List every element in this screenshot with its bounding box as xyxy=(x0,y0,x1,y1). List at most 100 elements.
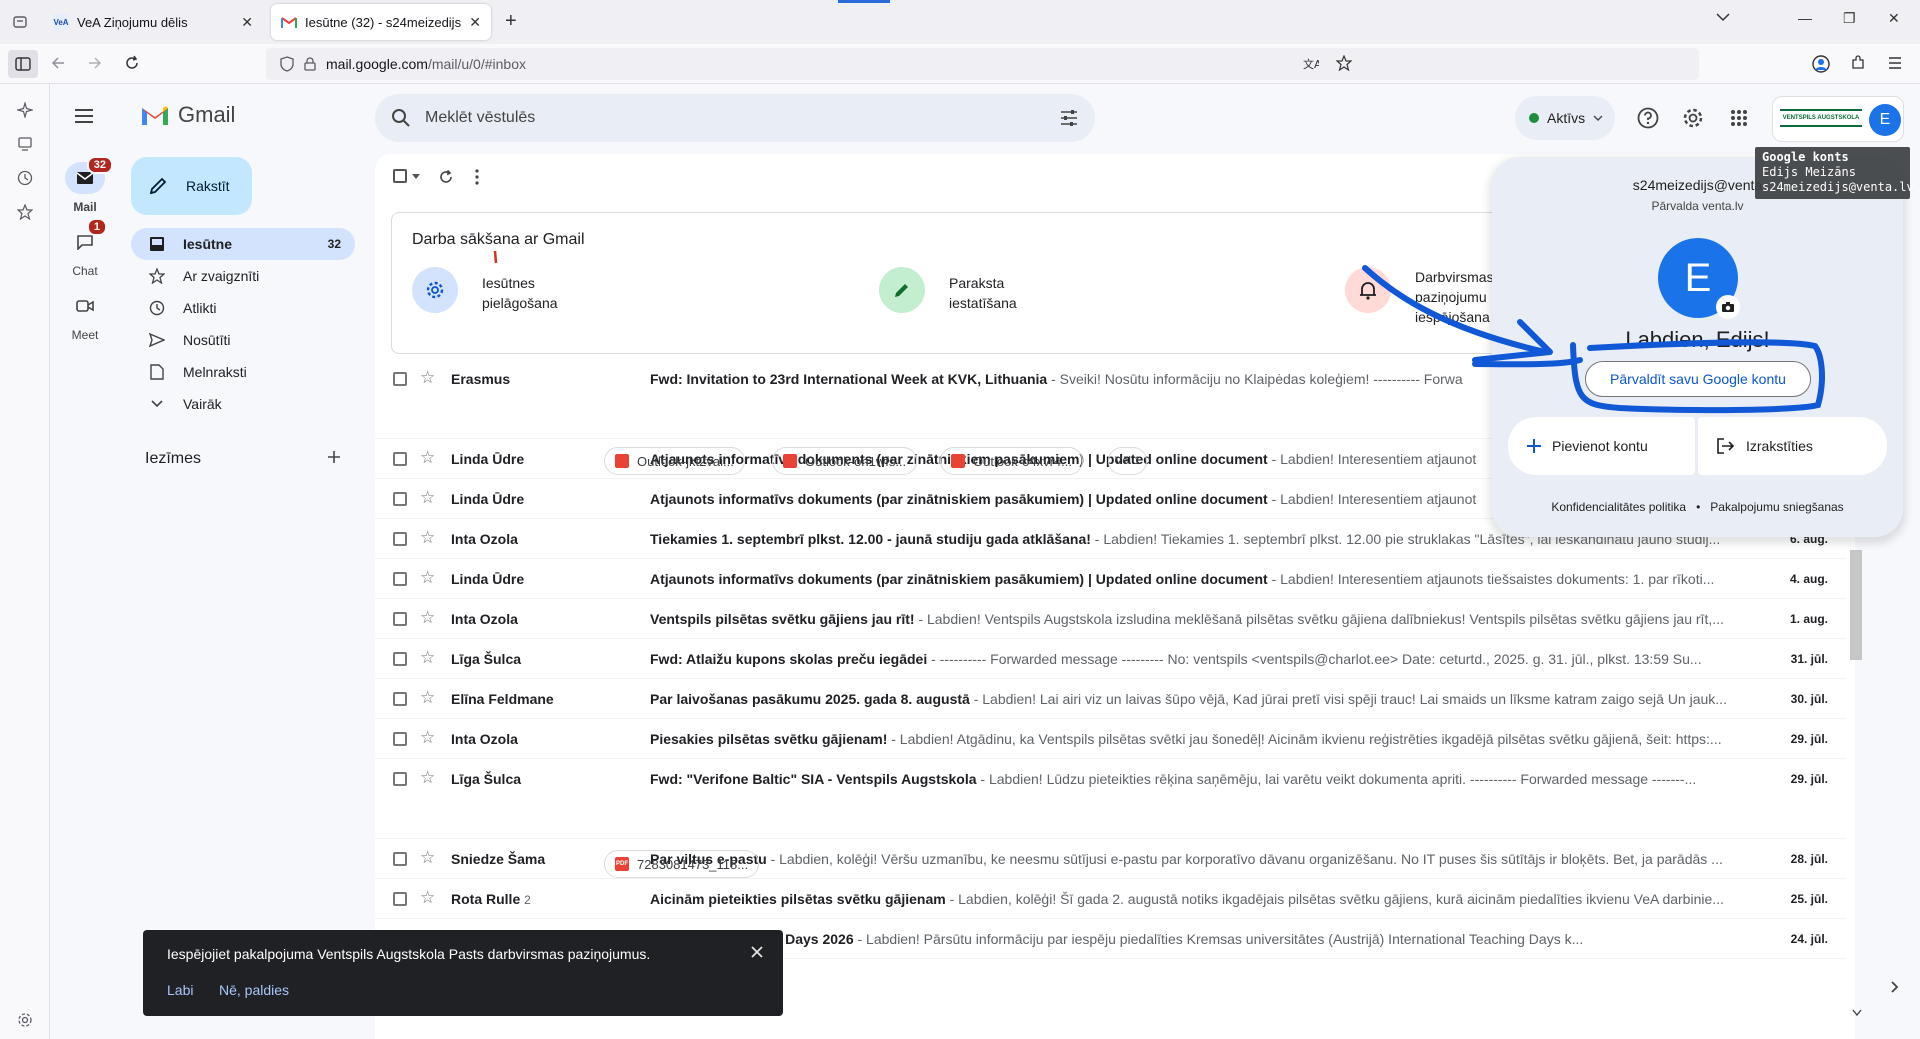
row-checkbox[interactable] xyxy=(393,852,407,866)
ai-sparkle-icon[interactable] xyxy=(13,98,37,122)
close-tab-icon[interactable]: ✕ xyxy=(469,14,481,31)
nav-snoozed[interactable]: Atlikti xyxy=(131,292,355,324)
compose-button[interactable]: Rakstīt xyxy=(131,157,252,215)
attachment-chip[interactable]: Outlook-o4xvr4... xyxy=(940,447,1083,475)
privacy-link[interactable]: Konfidencialitātes politika xyxy=(1551,500,1686,514)
scrollbar-thumb[interactable] xyxy=(1850,550,1862,660)
signature-setup-link[interactable]: Paraksta iestatīšana xyxy=(949,273,1017,313)
forward-icon[interactable] xyxy=(87,55,103,71)
search-options-icon[interactable] xyxy=(1059,108,1079,128)
extensions-icon[interactable] xyxy=(1850,55,1866,71)
row-checkbox[interactable] xyxy=(393,892,407,906)
terms-link[interactable]: Pakalpojumu sniegšanas xyxy=(1710,500,1843,514)
star-icon[interactable]: ☆ xyxy=(420,568,435,588)
avatar[interactable]: E xyxy=(1869,104,1901,136)
rail-mail[interactable]: 32 Mail xyxy=(62,156,113,214)
close-icon[interactable] xyxy=(751,946,763,958)
customize-inbox-link[interactable]: Iesūtnes pielāgošana xyxy=(482,273,558,313)
url-bar[interactable]: mail.google.com/mail/u/0/#inbox 文A xyxy=(266,48,1699,80)
row-checkbox[interactable] xyxy=(393,532,407,546)
star-icon[interactable]: ☆ xyxy=(420,528,435,548)
select-all-checkbox[interactable] xyxy=(393,169,407,183)
scroll-down-icon[interactable] xyxy=(1852,1009,1862,1016)
nav-sent[interactable]: Nosūtīti xyxy=(131,324,355,356)
bookmark-star-icon[interactable] xyxy=(1336,55,1352,71)
restore-button[interactable]: ❐ xyxy=(1843,10,1856,27)
search-icon[interactable] xyxy=(391,108,411,128)
more-attachments-chip[interactable]: Vēl 1 xyxy=(1108,447,1148,475)
star-icon[interactable]: ☆ xyxy=(420,608,435,628)
rail-meet[interactable]: Meet xyxy=(62,290,108,342)
email-row[interactable]: ☆ Elīna Feldmane Par laivošanas pasākumu … xyxy=(375,679,1846,719)
manage-account-button[interactable]: Pārvaldīt savu Google kontu xyxy=(1585,361,1811,397)
tab-overflow-icon[interactable] xyxy=(1716,12,1730,22)
attachment-chip[interactable]: Outlook-jkt2vai... xyxy=(604,447,745,475)
row-checkbox[interactable] xyxy=(393,572,407,586)
close-tab-icon[interactable]: ✕ xyxy=(241,14,253,31)
tab-list-icon[interactable] xyxy=(8,10,32,34)
row-checkbox[interactable] xyxy=(393,372,407,386)
email-row[interactable]: ☆ Līga Šulca Fwd: Atlaižu kupons skolas p… xyxy=(375,639,1846,679)
tab-gmail[interactable]: Iesūtne (32) - s24meizedijs@ven ✕ xyxy=(271,4,491,40)
close-window-button[interactable]: ✕ xyxy=(1888,10,1900,27)
lock-icon[interactable] xyxy=(304,57,316,71)
history-icon[interactable] xyxy=(13,166,37,190)
reload-icon[interactable] xyxy=(124,55,140,71)
add-account-button[interactable]: Pievienot kontu xyxy=(1508,417,1695,475)
rail-chat[interactable]: 1 Chat xyxy=(62,218,108,278)
signature-pen-icon[interactable] xyxy=(879,267,925,313)
row-checkbox[interactable] xyxy=(393,772,407,786)
attachment-chip[interactable]: Outlook-on1wfs... xyxy=(772,447,918,475)
main-menu-icon[interactable] xyxy=(74,108,94,124)
nav-starred[interactable]: Ar zvaigznīti xyxy=(131,260,355,292)
status-dropdown[interactable]: Aktīvs xyxy=(1515,96,1615,140)
customize-inbox-icon[interactable] xyxy=(412,267,458,313)
more-vert-icon[interactable] xyxy=(475,169,479,185)
shield-icon[interactable] xyxy=(280,56,294,72)
email-row[interactable]: ☆ Līga Šulca Fwd: "Verifone Baltic" SIA -… xyxy=(375,759,1846,839)
email-row[interactable]: ☆ Inta Ozola Ventspils pilsētas svētku gā… xyxy=(375,599,1846,639)
synced-tabs-icon[interactable] xyxy=(13,132,37,156)
snackbar-ok-button[interactable]: Labi xyxy=(167,982,193,998)
row-checkbox[interactable] xyxy=(393,692,407,706)
email-row[interactable]: ☆ Inta Ozola Piesakies pilsētas svētku gā… xyxy=(375,719,1846,759)
search-input[interactable]: Meklēt vēstulēs xyxy=(425,109,535,127)
star-icon[interactable]: ☆ xyxy=(420,368,435,388)
star-icon[interactable]: ☆ xyxy=(420,848,435,868)
minimize-button[interactable]: — xyxy=(1798,10,1812,26)
settings-gear-icon[interactable] xyxy=(1682,107,1704,129)
nav-drafts[interactable]: Melnraksti xyxy=(131,356,355,388)
row-checkbox[interactable] xyxy=(393,612,407,626)
apps-grid-icon[interactable] xyxy=(1730,109,1748,127)
gmail-logo[interactable]: Gmail xyxy=(140,102,235,128)
notifications-link[interactable]: Darbvirsmas paziņojumu iespējošana xyxy=(1415,267,1494,327)
sign-out-button[interactable]: Izrakstīties xyxy=(1698,417,1887,475)
star-icon[interactable]: ☆ xyxy=(420,768,435,788)
menu-icon[interactable] xyxy=(1887,55,1903,71)
snackbar-decline-button[interactable]: Nē, paldies xyxy=(219,982,289,998)
chevron-right-icon[interactable] xyxy=(1891,981,1899,993)
row-checkbox[interactable] xyxy=(393,492,407,506)
attachment-chip[interactable]: PDF 7283081473_118... xyxy=(604,850,760,878)
star-icon[interactable]: ☆ xyxy=(420,888,435,908)
star-icon[interactable]: ☆ xyxy=(420,728,435,748)
help-icon[interactable] xyxy=(1637,107,1659,129)
back-icon[interactable] xyxy=(50,55,66,71)
nav-more[interactable]: Vairāk xyxy=(131,388,355,420)
bell-icon[interactable] xyxy=(1345,267,1391,313)
account-switcher[interactable]: VENTSPILS AUGSTSKOLA E xyxy=(1772,96,1904,142)
star-icon[interactable]: ☆ xyxy=(420,448,435,468)
search-bar[interactable]: Meklēt vēstulēs xyxy=(375,94,1095,142)
add-label-icon[interactable] xyxy=(326,449,342,465)
nav-inbox[interactable]: Iesūtne 32 xyxy=(131,228,355,260)
email-row[interactable]: ☆ Sniedze Šama Par viltus e-pastu - Labdi… xyxy=(375,839,1846,879)
sidebar-settings-icon[interactable] xyxy=(13,1008,37,1032)
row-checkbox[interactable] xyxy=(393,452,407,466)
star-icon[interactable]: ☆ xyxy=(420,488,435,508)
camera-icon[interactable] xyxy=(1716,295,1740,319)
email-row[interactable]: ☆ Rota Rulle 2 Aicinām pieteikties pilsēta… xyxy=(375,879,1846,919)
star-icon[interactable]: ☆ xyxy=(420,648,435,668)
bookmarks-icon[interactable] xyxy=(13,200,37,224)
sidebar-toggle-icon[interactable] xyxy=(8,50,38,78)
translate-icon[interactable]: 文A xyxy=(1303,56,1319,72)
